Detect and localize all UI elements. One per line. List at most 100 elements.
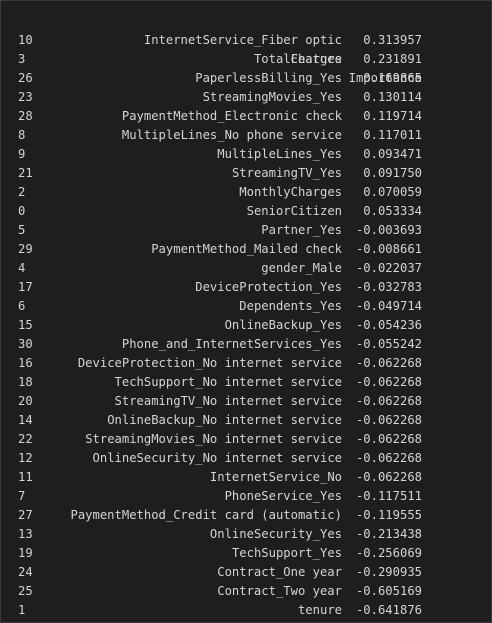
feature-name: Contract_Two year [217, 584, 342, 598]
table-row: 20 StreamingTV_No internet service -0.0622… [14, 392, 486, 411]
row-index: 22 [18, 432, 33, 446]
importance-value: -0.117511 [355, 489, 422, 503]
row-index: 26 [18, 71, 33, 85]
table-row: 0 SeniorCitizen 0.053334 [14, 202, 486, 221]
row-index: 2 [18, 185, 26, 199]
row-index: 16 [18, 356, 33, 370]
importance-value: -0.054236 [355, 318, 422, 332]
row-index: 4 [18, 261, 26, 275]
importance-value: 0.053334 [363, 204, 422, 218]
importance-value: -0.213438 [355, 527, 422, 541]
row-index: 11 [18, 470, 33, 484]
table-row: 30 Phone_and_InternetServices_Yes -0.05524… [14, 335, 486, 354]
table-row: 3 TotalCharges 0.231891 [14, 50, 486, 69]
feature-name: OnlineSecurity_Yes [209, 527, 342, 541]
feature-name: DeviceProtection_No internet service [77, 356, 342, 370]
table-row: 26 PaperlessBilling_Yes 0.169865 [14, 69, 486, 88]
importance-value: -0.008661 [355, 242, 422, 256]
importance-value: -0.062268 [355, 394, 422, 408]
importance-value: -0.003693 [355, 223, 422, 237]
feature-name: DeviceProtection_Yes [195, 280, 342, 294]
table-row: 21 StreamingTV_Yes 0.091750 [14, 164, 486, 183]
importance-value: -0.062268 [355, 451, 422, 465]
feature-name: PaymentMethod_Credit card (automatic) [70, 508, 343, 522]
row-index: 14 [18, 413, 33, 427]
dataframe-output: Feature Importance 1 0 InternetService_Fib… [14, 12, 486, 620]
feature-name: StreamingTV_Yes [231, 166, 342, 180]
feature-name: OnlineBackup_No internet service [107, 413, 342, 427]
table-row: 18 TechSupport_No internet service -0.0622… [14, 373, 486, 392]
row-index: 18 [18, 375, 33, 389]
importance-value: -0.062268 [355, 356, 422, 370]
table-row: 17 DeviceProtection_Yes -0.032783 [14, 278, 486, 297]
feature-name: PhoneService_Yes [224, 489, 342, 503]
table-row: 5 Partner_Yes -0.003693 [14, 221, 486, 240]
table-row: 28 PaymentMethod_Electronic check 0.119714 [14, 107, 486, 126]
feature-name: gender_Male [261, 261, 342, 275]
importance-value: -0.290935 [355, 565, 422, 579]
row-index: 20 [18, 394, 33, 408]
importance-value: -0.055242 [355, 337, 422, 351]
output-panel: Feature Importance 1 0 InternetService_Fib… [0, 0, 492, 623]
row-index: 24 [18, 565, 33, 579]
feature-name: Phone_and_InternetServices_Yes [121, 337, 342, 351]
feature-name: StreamingMovies_No internet service [85, 432, 342, 446]
importance-value: 0.231891 [363, 52, 422, 66]
importance-value: -0.032783 [355, 280, 422, 294]
row-index: 1 [18, 603, 26, 617]
feature-name: MonthlyCharges [239, 185, 342, 199]
importance-value: 0.130114 [363, 90, 422, 104]
row-index: 29 [18, 242, 33, 256]
row-index: 9 [18, 147, 26, 161]
row-index: 19 [18, 546, 33, 560]
row-index: 6 [18, 299, 26, 313]
feature-name: PaperlessBilling_Yes [195, 71, 342, 85]
feature-name: PaymentMethod_Mailed check [151, 242, 342, 256]
importance-value: -0.605169 [355, 584, 422, 598]
table-row: 29 PaymentMethod_Mailed check -0.008661 [14, 240, 486, 259]
row-index: 7 [18, 489, 26, 503]
table-row: 6 Dependents_Yes -0.049714 [14, 297, 486, 316]
feature-name: InternetService_No [209, 470, 342, 484]
row-index: 27 [18, 508, 33, 522]
importance-value: -0.641876 [355, 603, 422, 617]
feature-name: StreamingMovies_Yes [202, 90, 342, 104]
importance-value: -0.062268 [355, 375, 422, 389]
row-index: 12 [18, 451, 33, 465]
feature-name: Partner_Yes [261, 223, 342, 237]
feature-name: TotalCharges [253, 52, 342, 66]
importance-value: 0.070059 [363, 185, 422, 199]
importance-value: -0.049714 [355, 299, 422, 313]
table-row: 15 OnlineBackup_Yes -0.054236 [14, 316, 486, 335]
feature-name: InternetService_Fiber optic [143, 33, 342, 47]
row-index: 23 [18, 90, 33, 104]
row-index: 3 [18, 52, 26, 66]
feature-name: PaymentMethod_Electronic check [121, 109, 342, 123]
importance-value: 0.091750 [363, 166, 422, 180]
table-row: 7 PhoneService_Yes -0.117511 [14, 487, 486, 506]
row-index: 0 [18, 204, 26, 218]
table-header: Feature Importance [14, 12, 486, 85]
importance-value: -0.062268 [355, 413, 422, 427]
importance-value: 0.093471 [363, 147, 422, 161]
importance-value: -0.119555 [355, 508, 422, 522]
table-body: 1 0 InternetService_Fiber optic 0.313957 3 To… [14, 31, 486, 620]
feature-name: OnlineSecurity_No internet service [92, 451, 342, 465]
feature-name: TechSupport_Yes [231, 546, 342, 560]
table-row: 4 gender_Male -0.022037 [14, 259, 486, 278]
row-index: 17 [18, 280, 33, 294]
table-row: 1 tenure -0.641876 [14, 601, 486, 620]
row-index: 30 [18, 337, 33, 351]
table-row: 23 StreamingMovies_Yes 0.130114 [14, 88, 486, 107]
importance-value: -0.022037 [355, 261, 422, 275]
importance-value: -0.256069 [355, 546, 422, 560]
table-row: 13 OnlineSecurity_Yes -0.213438 [14, 525, 486, 544]
importance-value: 0.119714 [363, 109, 422, 123]
table-row: 9 MultipleLines_Yes 0.093471 [14, 145, 486, 164]
table-row: 27 PaymentMethod_Credit card (automatic) -… [14, 506, 486, 525]
table-row: 14 OnlineBackup_No internet service -0.062… [14, 411, 486, 430]
importance-value: 0.313957 [363, 33, 422, 47]
table-row: 24 Contract_One year -0.290935 [14, 563, 486, 582]
row-index: 15 [18, 318, 33, 332]
table-row: 11 InternetService_No -0.062268 [14, 468, 486, 487]
